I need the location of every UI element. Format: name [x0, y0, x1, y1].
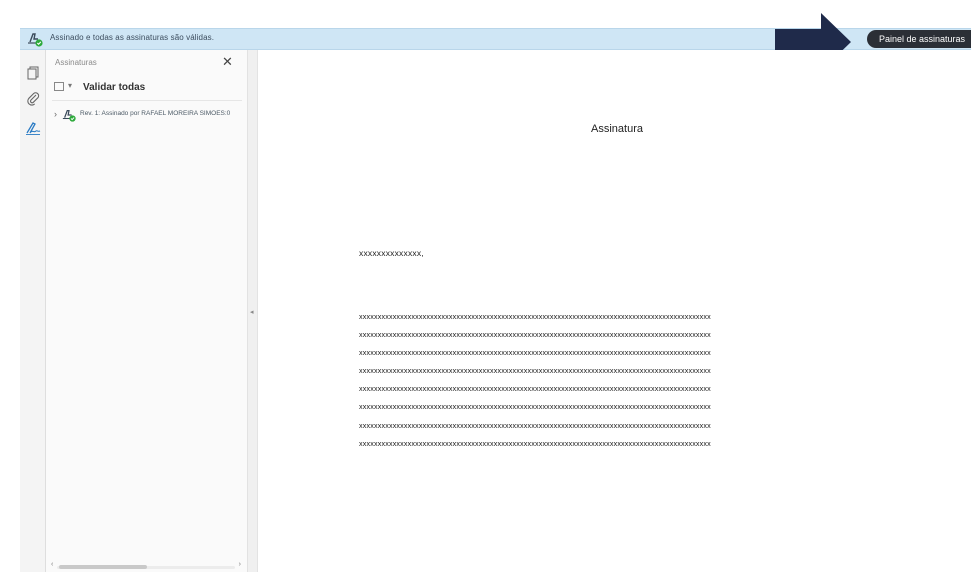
scroll-thumb[interactable] — [59, 565, 147, 569]
scroll-left-icon[interactable]: ‹ — [51, 561, 53, 568]
body-line: xxxxxxxxxxxxxxxxxxxxxxxxxxxxxxxxxxxxxxxx… — [359, 348, 711, 358]
body-line: xxxxxxxxxxxxxxxxxxxxxxxxxxxxxxxxxxxxxxxx… — [359, 420, 711, 430]
signature-valid-icon — [62, 110, 76, 122]
signature-panel-button[interactable]: Painel de assinaturas — [866, 30, 971, 48]
divider — [52, 100, 242, 101]
chevron-down-icon[interactable]: ▾ — [68, 81, 72, 90]
scroll-right-icon[interactable]: › — [239, 561, 241, 568]
panel-title: Assinaturas — [55, 58, 97, 67]
collapse-panel-icon[interactable]: ◂ — [250, 308, 254, 316]
document-body: xxxxxxxxxxxxxxxxxxxxxxxxxxxxxxxxxxxxxxxx… — [359, 308, 879, 453]
pages-icon[interactable] — [25, 65, 41, 81]
signature-valid-icon — [28, 33, 43, 47]
signature-entry-label: Rev. 1: Assinado por RAFAEL MOREIRA SIMO… — [80, 110, 231, 117]
options-menu-icon[interactable] — [54, 82, 64, 91]
body-line: xxxxxxxxxxxxxxxxxxxxxxxxxxxxxxxxxxxxxxxx… — [359, 330, 711, 340]
signature-icon[interactable] — [25, 120, 41, 136]
body-line: xxxxxxxxxxxxxxxxxxxxxxxxxxxxxxxxxxxxxxxx… — [359, 312, 711, 321]
body-line: xxxxxxxxxxxxxxxxxxxxxxxxxxxxxxxxxxxxxxxx… — [359, 366, 711, 376]
signature-entry[interactable]: › Rev. 1: Assinado por RAFAEL MOREIRA SI… — [52, 108, 248, 124]
body-line: xxxxxxxxxxxxxxxxxxxxxxxxxxxxxxxxxxxxxxxx… — [359, 402, 711, 412]
signatures-panel: Assinaturas ✕ ▾ Validar todas › Rev. 1: … — [46, 50, 248, 572]
attachment-icon[interactable] — [25, 90, 41, 106]
close-icon[interactable]: ✕ — [222, 54, 233, 70]
panel-splitter[interactable]: ◂ — [248, 50, 258, 572]
navigation-rail — [20, 50, 46, 572]
chevron-right-icon[interactable]: › — [54, 109, 57, 119]
validate-all-button[interactable]: Validar todas — [83, 82, 145, 93]
document-page: Assinatura xxxxxxxxxxxxxx, xxxxxxxxxxxxx… — [258, 50, 971, 572]
horizontal-scrollbar[interactable]: ‹ › — [51, 561, 241, 570]
document-greeting: xxxxxxxxxxxxxx, — [359, 248, 424, 258]
document-heading: Assinatura — [591, 123, 643, 135]
status-message: Assinado e todas as assinaturas são váli… — [50, 33, 215, 42]
body-line: xxxxxxxxxxxxxxxxxxxxxxxxxxxxxxxxxxxxxxxx… — [359, 438, 711, 448]
body-line: xxxxxxxxxxxxxxxxxxxxxxxxxxxxxxxxxxxxxxxx… — [359, 384, 711, 394]
